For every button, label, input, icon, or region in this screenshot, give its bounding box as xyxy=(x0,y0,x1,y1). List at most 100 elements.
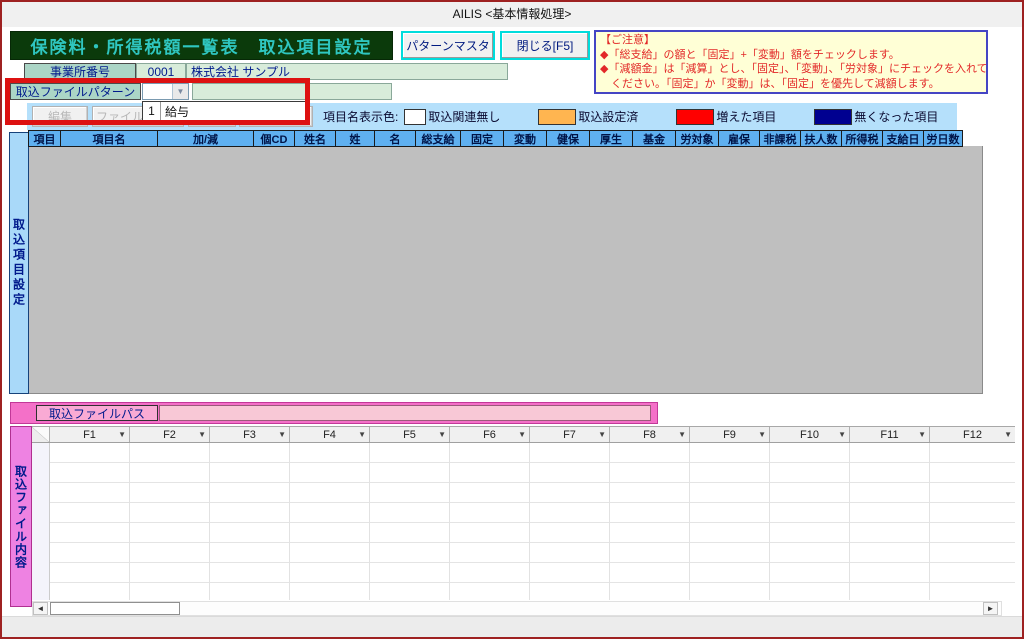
column-header: 総支給 xyxy=(415,130,461,147)
window-titlebar: AILIS <基本情報処理> xyxy=(2,2,1022,27)
grid-column-header[interactable]: F12▼ xyxy=(930,427,1015,442)
column-header: 労対象 xyxy=(675,130,719,147)
filter-arrow-icon[interactable]: ▼ xyxy=(598,430,606,440)
legend-swatch xyxy=(404,109,426,125)
column-header: 個CD xyxy=(253,130,295,147)
legend-item-label: 取込関連無し xyxy=(428,108,500,125)
file-contents-sidebar: 取込ファイル内容 xyxy=(10,426,32,607)
filter-arrow-icon[interactable]: ▼ xyxy=(918,430,926,440)
close-button[interactable]: 閉じる[F5] xyxy=(500,31,590,60)
grid-body-column xyxy=(530,443,610,600)
grid-column-label: F3 xyxy=(243,429,256,441)
notice-line: ください。「固定」か「変動」は、「固定」を優先して減額します。 xyxy=(600,77,982,92)
import-items-table-body xyxy=(29,146,983,394)
grid-column-label: F9 xyxy=(723,429,736,441)
app-window: AILIS <基本情報処理> 保険料・所得税額一覧表 取込項目設定 パターンマス… xyxy=(0,0,1024,639)
office-name-value: 株式会社 サンプル xyxy=(186,63,508,80)
column-header: 固定 xyxy=(460,130,504,147)
scroll-left-button[interactable]: ◄ xyxy=(33,602,48,615)
notice-heading: 【ご注意】 xyxy=(600,33,982,48)
pattern-combobox[interactable]: ▼ xyxy=(142,83,189,100)
grid-body-column xyxy=(850,443,930,600)
notice-lines: ◆「総支給」の額と「固定」+「変動」額をチェックします。◆「減額金」は「減算」と… xyxy=(600,48,982,92)
column-header: 姓 xyxy=(335,130,375,147)
column-header: 変動 xyxy=(503,130,547,147)
grid-column-header[interactable]: F9 ▼ xyxy=(690,427,770,442)
grid-column-label: F7 xyxy=(563,429,576,441)
grid-column-header[interactable]: F3 ▼ xyxy=(210,427,290,442)
filter-arrow-icon[interactable]: ▼ xyxy=(1004,430,1012,440)
filter-arrow-icon[interactable]: ▼ xyxy=(198,430,206,440)
file-path-input[interactable] xyxy=(159,405,651,421)
scroll-right-button[interactable]: ► xyxy=(983,602,998,615)
column-header: 名 xyxy=(374,130,416,147)
filter-arrow-icon[interactable]: ▼ xyxy=(278,430,286,440)
file-contents-grid: F1▼F2▼F3▼F4▼F5▼F6▼F7▼F8▼F9▼F10▼F11▼F12▼ xyxy=(32,426,1015,600)
column-header: 基金 xyxy=(632,130,676,147)
legend-swatch xyxy=(676,109,714,125)
legend-swatch xyxy=(538,109,576,125)
grid-column-label: F5 xyxy=(403,429,416,441)
legend-item-label: 無くなった項目 xyxy=(854,108,938,125)
grid-body-column xyxy=(690,443,770,600)
grid-column-label: F11 xyxy=(880,429,898,441)
filter-arrow-icon[interactable]: ▼ xyxy=(838,430,846,440)
filter-arrow-icon[interactable]: ▼ xyxy=(118,430,126,440)
grid-column-label: F1 xyxy=(83,429,96,441)
column-header: 姓名 xyxy=(294,130,336,147)
import-items-sidebar: 取込項目設定 xyxy=(9,132,29,394)
office-number-value: 0001 xyxy=(136,63,186,80)
grid-column-header[interactable]: F8▼ xyxy=(610,427,690,442)
grid-column-header[interactable]: F7 ▼ xyxy=(530,427,610,442)
grid-column-header[interactable]: F10▼ xyxy=(770,427,850,442)
grid-column-header[interactable]: F1 ▼ xyxy=(50,427,130,442)
column-header: 加/減 xyxy=(157,130,254,147)
import-pattern-label: 取込ファイルパターン xyxy=(10,83,141,100)
grid-column-header[interactable]: F2▼ xyxy=(130,427,210,442)
grid-column-label: F4 xyxy=(323,429,336,441)
file-path-banner: 取込ファイルパス xyxy=(10,402,658,424)
column-header: 厚生 xyxy=(589,130,633,147)
grid-body-column xyxy=(770,443,850,600)
grid-column-header[interactable]: F6 ▼ xyxy=(450,427,530,442)
grid-corner-cell xyxy=(32,427,50,442)
grid-column-header[interactable]: F11 ▼ xyxy=(850,427,930,442)
scrollbar-thumb[interactable] xyxy=(50,602,180,615)
notice-line: ◆「減額金」は「減算」とし、「固定」、「変動」、「労対象」にチェックを入れて xyxy=(600,62,982,77)
grid-body-column xyxy=(450,443,530,600)
edit-button[interactable]: 編集 xyxy=(32,106,88,127)
grid-body-column xyxy=(130,443,210,600)
pattern-dropdown-list[interactable]: 1 給与 xyxy=(142,101,309,121)
window-bottom-margin xyxy=(2,616,1022,639)
dropdown-item-label[interactable]: 給与 xyxy=(161,102,308,120)
filter-arrow-icon[interactable]: ▼ xyxy=(758,430,766,440)
grid-body-column xyxy=(610,443,690,600)
column-header: 所得税 xyxy=(841,130,883,147)
grid-column-label: F6 xyxy=(483,429,496,441)
filter-arrow-icon[interactable]: ▼ xyxy=(358,430,366,440)
column-header: 雇保 xyxy=(718,130,760,147)
dropdown-item-number[interactable]: 1 xyxy=(143,102,161,120)
grid-row-header-column xyxy=(32,443,50,600)
grid-body-column xyxy=(290,443,370,600)
column-header: 扶人数 xyxy=(800,130,842,147)
grid-body-column xyxy=(370,443,450,600)
grid-column-header[interactable]: F5 ▼ xyxy=(370,427,450,442)
legend-items: 取込関連無し 取込設定済 増えた項目 無くなった項目 xyxy=(398,108,938,125)
legend-item-label: 増えた項目 xyxy=(716,108,776,125)
pattern-master-button[interactable]: パターンマスタ xyxy=(401,31,495,60)
legend-swatch xyxy=(814,109,852,125)
filter-arrow-icon[interactable]: ▼ xyxy=(678,430,686,440)
chevron-down-icon[interactable]: ▼ xyxy=(172,84,188,99)
grid-column-header[interactable]: F4 ▼ xyxy=(290,427,370,442)
horizontal-scrollbar[interactable]: ◄ ► xyxy=(32,601,1002,616)
legend-item-label: 取込設定済 xyxy=(578,108,638,125)
pattern-name-field xyxy=(192,83,392,100)
filter-arrow-icon[interactable]: ▼ xyxy=(438,430,446,440)
column-header: 項目名 xyxy=(60,130,158,147)
column-header: 非課税 xyxy=(759,130,801,147)
file-contents-grid-header: F1▼F2▼F3▼F4▼F5▼F6▼F7▼F8▼F9▼F10▼F11▼F12▼ xyxy=(32,427,1015,443)
filter-arrow-icon[interactable]: ▼ xyxy=(518,430,526,440)
import-items-table-header: 項目項目名加/減個CD姓名姓名総支給固定変動健保厚生基金労対象雇保非課税扶人数所… xyxy=(29,130,963,147)
file-path-label: 取込ファイルパス xyxy=(36,405,158,421)
